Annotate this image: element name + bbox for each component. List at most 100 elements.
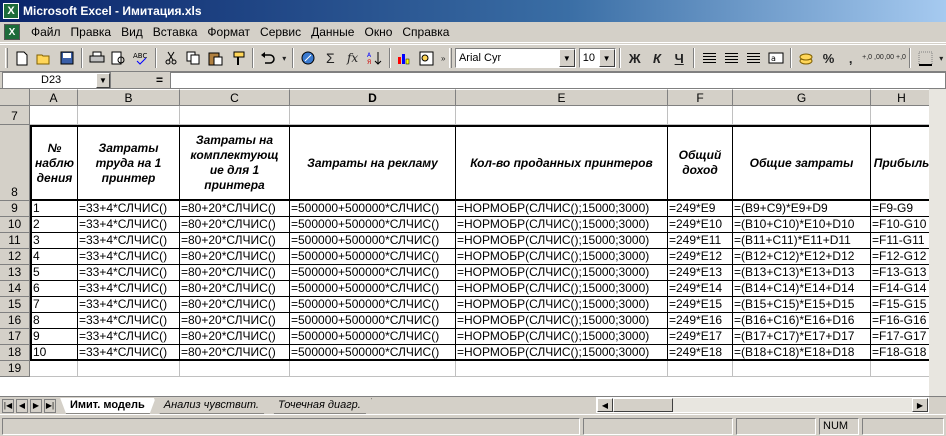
align-left-icon[interactable] <box>698 47 720 69</box>
cell-empty[interactable] <box>733 361 871 377</box>
table-header-cell[interactable]: Прибыль <box>871 125 933 201</box>
table-cell[interactable]: =80+20*СЛЧИС() <box>180 345 290 361</box>
menu-item-5[interactable]: Сервис <box>255 22 306 43</box>
table-cell[interactable]: =80+20*СЛЧИС() <box>180 249 290 265</box>
print-preview-icon[interactable] <box>108 47 130 69</box>
column-header-E[interactable]: E <box>456 89 668 106</box>
table-cell[interactable]: =НОРМОБР(СЛЧИС();15000;3000) <box>456 201 668 217</box>
table-cell[interactable]: =F15-G15 <box>871 297 933 313</box>
table-cell[interactable]: =80+20*СЛЧИС() <box>180 281 290 297</box>
cell-empty[interactable] <box>30 361 78 377</box>
table-cell[interactable]: =НОРМОБР(СЛЧИС();15000;3000) <box>456 281 668 297</box>
vertical-scrollbar[interactable] <box>929 89 946 396</box>
table-cell[interactable]: =НОРМОБР(СЛЧИС();15000;3000) <box>456 265 668 281</box>
row-header-18[interactable]: 18 <box>0 345 30 361</box>
prev-sheet-icon[interactable]: ◀ <box>16 398 28 413</box>
toolbar-grip[interactable] <box>5 48 8 68</box>
table-cell[interactable]: =249*E17 <box>668 329 733 345</box>
column-header-D[interactable]: D <box>290 89 456 106</box>
table-cell[interactable]: =500000+500000*СЛЧИС() <box>290 265 456 281</box>
table-header-cell[interactable]: Общие затраты <box>733 125 871 201</box>
sort-icon[interactable]: AЯ <box>364 47 386 69</box>
table-cell[interactable]: =F11-G11 <box>871 233 933 249</box>
menu-item-8[interactable]: Справка <box>397 22 454 43</box>
table-cell[interactable]: 10 <box>30 345 78 361</box>
function-wizard-button[interactable]: fx <box>341 47 363 69</box>
workbook-icon[interactable]: X <box>4 24 20 40</box>
table-cell[interactable]: =(B17+C17)*E17+D17 <box>733 329 871 345</box>
undo-dropdown-icon[interactable]: ▾ <box>279 47 289 69</box>
row-header-13[interactable]: 13 <box>0 265 30 281</box>
table-cell[interactable]: =33+4*СЛЧИС() <box>78 249 180 265</box>
currency-icon[interactable] <box>795 47 817 69</box>
borders-icon[interactable] <box>914 47 936 69</box>
cell-empty[interactable] <box>456 106 668 125</box>
table-cell[interactable]: 1 <box>30 201 78 217</box>
table-cell[interactable]: =F13-G13 <box>871 265 933 281</box>
table-cell[interactable]: 2 <box>30 217 78 233</box>
table-cell[interactable]: =(B15+C15)*E15+D15 <box>733 297 871 313</box>
horizontal-scrollbar[interactable]: ◀ ▶ <box>596 397 929 413</box>
table-cell[interactable]: 4 <box>30 249 78 265</box>
row-header-12[interactable]: 12 <box>0 249 30 265</box>
table-cell[interactable]: =F16-G16 <box>871 313 933 329</box>
percent-button[interactable]: % <box>817 47 839 69</box>
next-sheet-icon[interactable]: ▶ <box>30 398 42 413</box>
borders-dropdown-icon[interactable]: ▾ <box>936 47 946 69</box>
table-cell[interactable]: =(B13+C13)*E13+D13 <box>733 265 871 281</box>
row-header-10[interactable]: 10 <box>0 217 30 233</box>
table-cell[interactable]: =(B9+C9)*E9+D9 <box>733 201 871 217</box>
last-sheet-icon[interactable]: ▶| <box>44 398 56 413</box>
table-cell[interactable]: =500000+500000*СЛЧИС() <box>290 313 456 329</box>
formula-input[interactable] <box>170 72 946 89</box>
format-painter-icon[interactable] <box>227 47 249 69</box>
table-cell[interactable]: =33+4*СЛЧИС() <box>78 281 180 297</box>
table-header-cell[interactable]: Общий доход <box>668 125 733 201</box>
toolbar-more-button[interactable]: » <box>438 47 448 69</box>
column-header-F[interactable]: F <box>668 89 733 106</box>
table-cell[interactable]: =80+20*СЛЧИС() <box>180 233 290 249</box>
cell-empty[interactable] <box>668 361 733 377</box>
row-header-15[interactable]: 15 <box>0 297 30 313</box>
table-cell[interactable]: =НОРМОБР(СЛЧИС();15000;3000) <box>456 297 668 313</box>
increase-decimal-button[interactable]: +,0 ,00 <box>862 47 884 69</box>
table-cell[interactable]: =(B10+C10)*E10+D10 <box>733 217 871 233</box>
row-header-19[interactable]: 19 <box>0 361 30 377</box>
row-header-7[interactable]: 7 <box>0 106 30 125</box>
sheet-tab-1[interactable]: Анализ чувствит. <box>154 398 270 414</box>
table-cell[interactable]: =500000+500000*СЛЧИС() <box>290 281 456 297</box>
table-cell[interactable]: =НОРМОБР(СЛЧИС();15000;3000) <box>456 217 668 233</box>
cell-empty[interactable] <box>290 361 456 377</box>
save-icon[interactable] <box>55 47 77 69</box>
paste-icon[interactable] <box>205 47 227 69</box>
table-cell[interactable]: =F18-G18 <box>871 345 933 361</box>
table-cell[interactable]: =(B12+C12)*E12+D12 <box>733 249 871 265</box>
table-cell[interactable]: =F12-G12 <box>871 249 933 265</box>
underline-button[interactable]: Ч <box>668 47 690 69</box>
table-cell[interactable]: =500000+500000*СЛЧИС() <box>290 345 456 361</box>
decrease-decimal-button[interactable]: ,00 +,0 <box>884 47 906 69</box>
menu-item-3[interactable]: Вставка <box>148 22 203 43</box>
table-cell[interactable]: =249*E16 <box>668 313 733 329</box>
select-all-corner[interactable] <box>0 89 30 106</box>
table-cell[interactable]: =500000+500000*СЛЧИС() <box>290 233 456 249</box>
row-header-11[interactable]: 11 <box>0 233 30 249</box>
font-name-combo[interactable]: Arial Cyr ▼ <box>454 48 576 68</box>
align-right-icon[interactable] <box>743 47 765 69</box>
table-cell[interactable]: =80+20*СЛЧИС() <box>180 217 290 233</box>
toolbar-grip[interactable] <box>449 48 452 68</box>
cell-empty[interactable] <box>180 106 290 125</box>
drawing-icon[interactable] <box>416 47 438 69</box>
table-header-cell[interactable]: Затраты на рекламу <box>290 125 456 201</box>
table-header-cell[interactable]: № наблю дения <box>30 125 78 201</box>
table-header-cell[interactable]: Кол-во проданных принтеров <box>456 125 668 201</box>
table-cell[interactable]: =НОРМОБР(СЛЧИС();15000;3000) <box>456 345 668 361</box>
comma-style-button[interactable]: , <box>840 47 862 69</box>
table-cell[interactable]: =249*E15 <box>668 297 733 313</box>
cell-empty[interactable] <box>668 106 733 125</box>
sheet-tab-0[interactable]: Имит. модель <box>60 398 156 414</box>
merge-icon[interactable]: a <box>765 47 787 69</box>
chart-wizard-icon[interactable] <box>394 47 416 69</box>
table-cell[interactable]: =80+20*СЛЧИС() <box>180 265 290 281</box>
table-cell[interactable]: =33+4*СЛЧИС() <box>78 233 180 249</box>
